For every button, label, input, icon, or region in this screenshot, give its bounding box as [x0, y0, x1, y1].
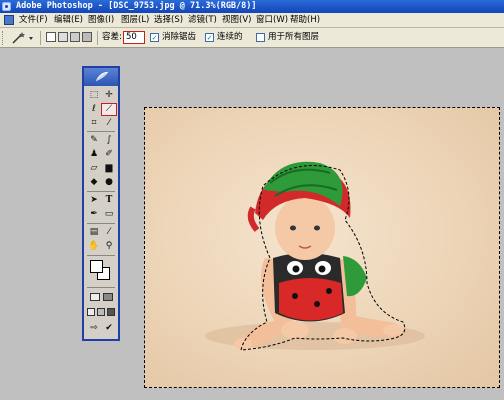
path-selection-icon[interactable]: ➤ [87, 195, 101, 206]
magic-wand-preset-icon[interactable] [10, 31, 36, 45]
options-separator [40, 31, 41, 45]
magic-wand-icon[interactable]: ⟋ [101, 103, 117, 116]
marquee-icon[interactable]: ⬚ [87, 90, 101, 101]
menu-bar: 文件(F) 编辑(E) 图像(I) 图层(L) 选择(S) 滤镜(T) 视图(V… [0, 13, 504, 28]
menu-image[interactable]: 图像(I) [88, 15, 114, 26]
screen-mode-full-icon[interactable] [107, 308, 115, 316]
toolbox-header[interactable] [84, 68, 118, 86]
menu-edit[interactable]: 编辑(E) [54, 15, 83, 26]
notes-icon[interactable]: ▤ [87, 227, 101, 238]
shape-icon[interactable]: ▭ [102, 209, 116, 220]
screen-mode-standard-icon[interactable] [87, 308, 95, 316]
tolerance-input[interactable]: 50 [123, 31, 145, 44]
screen-mode-menu-icon[interactable] [97, 308, 105, 316]
pen-icon[interactable]: ✒ [87, 209, 101, 220]
menu-view[interactable]: 视图(V) [222, 15, 251, 26]
move-icon[interactable]: ✛ [102, 90, 116, 101]
eyedropper-icon[interactable]: ⁄ [102, 227, 116, 238]
feather-logo-icon[interactable] [95, 71, 109, 82]
menu-window[interactable]: 窗口(W) [256, 15, 288, 26]
new-selection-icon[interactable] [46, 32, 56, 42]
all-layers-checkbox[interactable] [256, 33, 265, 42]
jump-to-imageready-icon[interactable]: ⇨ [87, 323, 101, 334]
toolbox-divider [87, 131, 115, 132]
brush-icon[interactable]: ∫ [102, 135, 116, 146]
eraser-icon[interactable]: ▱ [87, 163, 101, 174]
healing-brush-icon[interactable]: ✎ [87, 135, 101, 146]
toolbox-divider [87, 287, 115, 288]
subtract-from-selection-icon[interactable] [70, 32, 80, 42]
blur-icon[interactable]: ◆ [87, 177, 101, 188]
photoshop-app-icon [2, 2, 11, 11]
options-separator [97, 31, 98, 45]
contiguous-checkbox[interactable]: ✓ [205, 33, 214, 42]
crop-icon[interactable]: ⌗ [87, 118, 101, 129]
photoshop-window: Adobe Photoshop - [DSC_9753.jpg @ 71.3%(… [0, 0, 504, 400]
gradient-icon[interactable]: ▆ [102, 163, 116, 174]
all-layers-label: 用于所有图层 [268, 32, 320, 42]
contiguous-label: 连续的 [217, 32, 243, 42]
menu-select[interactable]: 选择(S) [154, 15, 183, 26]
slice-icon[interactable]: ⁄ [102, 118, 116, 129]
photo-baby-with-watermelon-hat [205, 161, 425, 351]
history-brush-icon[interactable]: ✐ [102, 149, 116, 160]
anti-alias-checkbox[interactable]: ✓ [150, 33, 159, 42]
standard-mode-icon[interactable] [90, 293, 100, 301]
zoom-icon[interactable]: ⚲ [102, 241, 116, 252]
type-icon[interactable]: T [102, 195, 116, 206]
menu-file[interactable]: 文件(F) [19, 15, 48, 26]
anti-alias-label: 消除锯齿 [162, 32, 197, 42]
document-icon[interactable] [4, 15, 14, 25]
menu-layer[interactable]: 图层(L) [121, 15, 149, 26]
quick-mask-icon[interactable] [103, 293, 113, 301]
foreground-color-swatch[interactable] [90, 260, 103, 273]
dodge-icon[interactable]: ● [102, 177, 116, 188]
clone-stamp-icon[interactable]: ♟ [87, 149, 101, 160]
hand-icon[interactable]: ✋ [87, 241, 101, 252]
options-bar-grip[interactable] [2, 31, 5, 45]
intersect-selection-icon[interactable] [82, 32, 92, 42]
tolerance-label: 容差: [102, 32, 122, 42]
imageready-icon[interactable]: ✔ [102, 323, 116, 334]
document-canvas[interactable] [144, 107, 500, 388]
window-title: Adobe Photoshop - [DSC_9753.jpg @ 71.3%(… [16, 1, 257, 11]
toolbox-divider [87, 191, 115, 192]
menu-help[interactable]: 帮助(H) [290, 15, 320, 26]
lasso-icon[interactable]: ℓ [87, 104, 101, 115]
toolbox: ⬚ ✛ ℓ ⟋ ⌗ ⁄ ✎ ∫ ♟ ✐ ▱ ▆ ◆ ● ➤ T ✒ ▭ ▤ ⁄ … [82, 66, 120, 341]
menu-filter[interactable]: 滤镜(T) [188, 15, 217, 26]
options-bar: 容差: 50 ✓ 消除锯齿 ✓ 连续的 用于所有图层 [0, 28, 504, 48]
toolbox-divider [87, 223, 115, 224]
toolbox-divider [87, 255, 115, 256]
add-to-selection-icon[interactable] [58, 32, 68, 42]
title-bar: Adobe Photoshop - [DSC_9753.jpg @ 71.3%(… [0, 0, 504, 13]
